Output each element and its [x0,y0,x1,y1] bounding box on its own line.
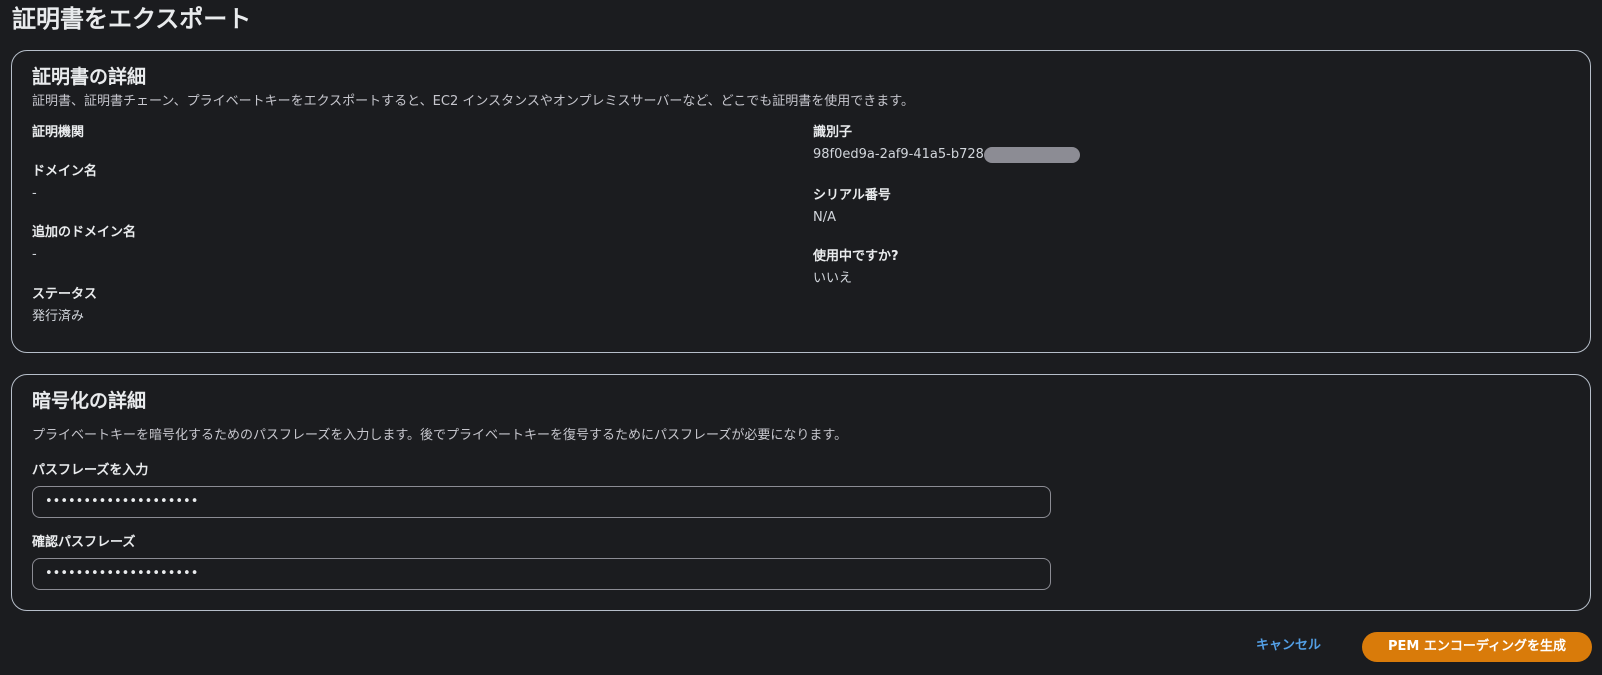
field-label: 追加のドメイン名 [32,225,137,240]
field-label: ドメイン名 [32,164,98,179]
encryption-details-title: 暗号化の詳細 [32,390,147,412]
identifier-value-row: 98f0ed9a-2af9-41a5-b728 [813,146,1080,164]
cancel-button[interactable]: キャンセル [1256,636,1321,656]
confirm-passphrase-label: 確認パスフレーズ [32,535,136,550]
field-status: ステータス 発行済み [32,286,97,326]
encryption-details-description: プライベートキーを暗号化するためのパスフレーズを入力します。後でプライベートキー… [32,428,848,443]
field-value: - [32,247,37,262]
field-additional-domain-names: 追加のドメイン名 - [32,224,136,264]
passphrase-label: パスフレーズを入力 [32,463,149,478]
field-certificate-authority: 証明機関 [32,124,84,142]
field-label: シリアル番号 [813,188,891,203]
generate-pem-button[interactable]: PEM エンコーディングを生成 [1362,632,1592,662]
status-value: 発行済み [32,309,85,324]
field-label: 使用中ですか? [813,249,899,264]
certificate-details-description: 証明書、証明書チェーン、プライベートキーをエクスポートすると、EC2 インスタン… [32,94,914,109]
confirm-passphrase-input[interactable]: •••••••••••••••••••• [32,558,1051,590]
redaction-mark [983,146,1080,163]
passphrase-input[interactable]: •••••••••••••••••••• [32,486,1051,518]
page-title: 証明書をエクスポート [12,5,252,33]
certificate-details-title: 証明書の詳細 [32,66,147,88]
field-serial-number: シリアル番号 N/A [813,187,891,227]
field-domain-name: ドメイン名 - [32,163,97,203]
field-in-use: 使用中ですか? いいえ [813,248,899,288]
field-value: いいえ [813,271,853,286]
field-label: 識別子 [813,125,853,140]
field-label: 証明機関 [32,125,85,140]
field-value: - [32,186,37,201]
field-value: N/A [813,210,836,225]
encryption-details-panel: 暗号化の詳細 プライベートキーを暗号化するためのパスフレーズを入力します。後でプ… [11,374,1591,611]
identifier-value: 98f0ed9a-2af9-41a5-b728 [813,147,984,162]
certificate-details-panel: 証明書の詳細 証明書、証明書チェーン、プライベートキーをエクスポートすると、EC… [11,50,1591,353]
field-identifier: 識別子 98f0ed9a-2af9-41a5-b728 [813,124,1080,164]
field-label: ステータス [32,287,98,302]
